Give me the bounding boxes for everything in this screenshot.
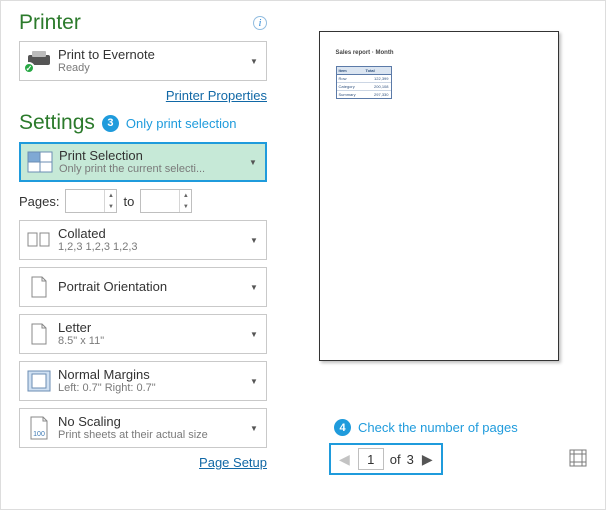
pages-to-input[interactable]: ▲▼: [140, 189, 192, 213]
print-what-sub: Only print the current selecti...: [59, 163, 247, 176]
next-page-button[interactable]: ▶: [420, 451, 435, 468]
collation-sub: 1,2,3 1,2,3 1,2,3: [58, 241, 248, 254]
info-icon[interactable]: i: [253, 16, 267, 30]
total-pages: 3: [407, 452, 414, 467]
down-arrow-icon[interactable]: ▼: [105, 201, 116, 212]
down-arrow-icon[interactable]: ▼: [180, 201, 191, 212]
scaling-title: No Scaling: [58, 414, 248, 430]
show-margins-icon[interactable]: [569, 449, 587, 467]
chevron-down-icon: ▼: [248, 57, 260, 66]
print-preview-page: Sales report · Month Item Total Row122,3…: [319, 31, 559, 361]
callout-badge-4: 4: [334, 419, 351, 436]
page-number-input[interactable]: 1: [358, 448, 384, 470]
margins-title: Normal Margins: [58, 367, 248, 383]
printer-status: Ready: [58, 62, 248, 75]
print-what-title: Print Selection: [59, 148, 247, 164]
collation-title: Collated: [58, 226, 248, 242]
margins-icon: [24, 367, 54, 395]
scaling-sub: Print sheets at their actual size: [58, 429, 248, 442]
page-setup-link[interactable]: Page Setup: [199, 455, 267, 470]
callout-badge-3: 3: [102, 115, 119, 132]
paper-size-selector[interactable]: Letter 8.5" x 11" ▼: [19, 314, 267, 354]
preview-table: Item Total Row122,399 Category200,108 Su…: [336, 66, 392, 99]
up-arrow-icon[interactable]: ▲: [180, 190, 191, 201]
chevron-down-icon: ▼: [247, 158, 259, 167]
paper-title: Letter: [58, 320, 248, 336]
printer-header: Printer i: [19, 11, 267, 35]
selection-icon: [25, 148, 55, 176]
printer-selector[interactable]: ✓ Print to Evernote Ready ▼: [19, 41, 267, 81]
collation-selector[interactable]: Collated 1,2,3 1,2,3 1,2,3 ▼: [19, 220, 267, 260]
margins-sub: Left: 0.7" Right: 0.7": [58, 382, 248, 395]
orientation-selector[interactable]: Portrait Orientation ▼: [19, 267, 267, 307]
up-arrow-icon[interactable]: ▲: [105, 190, 116, 201]
chevron-down-icon: ▼: [248, 236, 260, 245]
svg-text:100: 100: [33, 431, 45, 438]
scaling-icon: 100: [24, 414, 54, 442]
of-label: of: [390, 452, 401, 467]
pages-from-input[interactable]: ▲▼: [65, 189, 117, 213]
collated-icon: [24, 226, 54, 254]
callout-text-4: Check the number of pages: [358, 420, 518, 435]
chevron-down-icon: ▼: [248, 330, 260, 339]
paper-sub: 8.5" x 11": [58, 335, 248, 348]
printer-icon: ✓: [24, 47, 54, 75]
chevron-down-icon: ▼: [248, 283, 260, 292]
chevron-down-icon: ▼: [248, 377, 260, 386]
print-what-selector[interactable]: Print Selection Only print the current s…: [19, 142, 267, 182]
chevron-down-icon: ▼: [248, 424, 260, 433]
orientation-title: Portrait Orientation: [58, 279, 248, 295]
printer-properties-link[interactable]: Printer Properties: [166, 88, 267, 103]
page-icon: [24, 320, 54, 348]
preview-doc-title: Sales report · Month: [336, 50, 542, 56]
printer-name: Print to Evernote: [58, 47, 248, 63]
page-navigator: ◀ 1 of 3 ▶: [329, 443, 443, 475]
callout-text-3: Only print selection: [126, 116, 237, 131]
scaling-selector[interactable]: 100 No Scaling Print sheets at their act…: [19, 408, 267, 448]
portrait-icon: [24, 273, 54, 301]
pages-to-label: to: [123, 194, 134, 209]
prev-page-button[interactable]: ◀: [337, 451, 352, 468]
margins-selector[interactable]: Normal Margins Left: 0.7" Right: 0.7" ▼: [19, 361, 267, 401]
pages-label: Pages:: [19, 194, 59, 209]
settings-header: Settings: [19, 111, 95, 135]
